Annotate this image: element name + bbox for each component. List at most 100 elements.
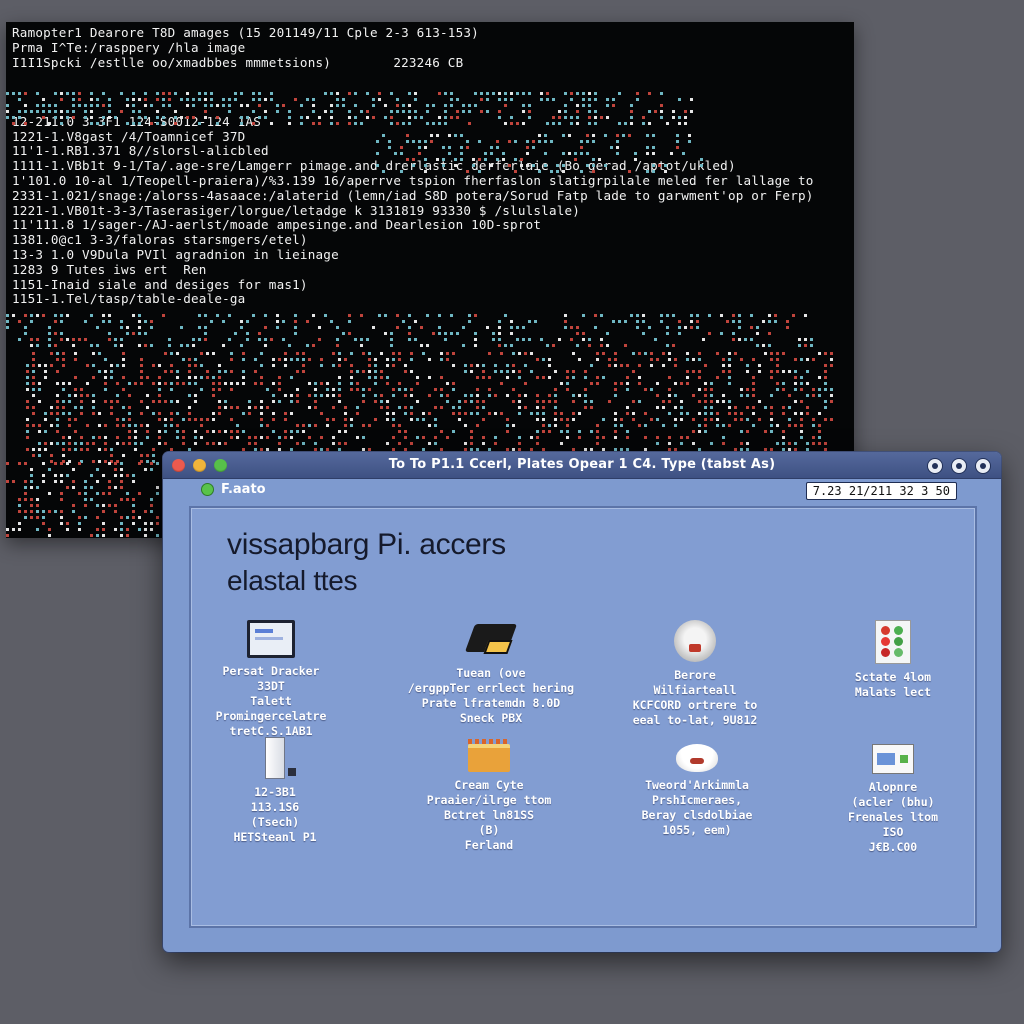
terminal-dot — [408, 332, 411, 335]
terminal-line: 1221-1.V8gast /4/Toamnicef 37D — [12, 128, 246, 144]
terminal-dot — [722, 364, 725, 367]
terminal-dot — [72, 510, 75, 513]
terminal-dot — [776, 382, 779, 385]
terminal-dot — [454, 158, 457, 161]
terminal-dot — [92, 412, 95, 415]
window-control-icon-3[interactable] — [975, 458, 991, 474]
terminal-dot — [302, 364, 305, 367]
app-window[interactable]: To To P1.1 Ccerl, Plates Opear 1 C4. Typ… — [163, 452, 1001, 952]
terminal-dot — [626, 406, 629, 409]
terminal-dot — [128, 436, 131, 439]
terminal-dot — [428, 424, 431, 427]
terminal-dot — [98, 448, 101, 451]
terminal-dot — [276, 320, 279, 323]
terminal-dot — [446, 358, 449, 361]
terminal-dot — [84, 504, 87, 507]
terminal-dot — [246, 320, 249, 323]
app-tile[interactable]: 12-3B1 113.1S6 (Tsech) HETSteanl P1 — [185, 737, 365, 845]
terminal-dot — [626, 430, 629, 433]
terminal-dot — [368, 364, 371, 367]
terminal-dot — [110, 412, 113, 415]
app-tile[interactable]: Tuean (ove/ergppTer errlect hering Prate … — [401, 620, 581, 726]
terminal-dot — [644, 424, 647, 427]
terminal-dot — [368, 424, 371, 427]
terminal-dot — [668, 394, 671, 397]
terminal-dot — [448, 134, 451, 137]
terminal-dot — [182, 436, 185, 439]
terminal-dot — [314, 448, 317, 451]
terminal-dot — [32, 376, 35, 379]
terminal-dot — [494, 442, 497, 445]
terminal-dot — [260, 418, 263, 421]
terminal-dot — [444, 92, 447, 95]
terminal-dot — [60, 338, 63, 341]
terminal-dot — [302, 424, 305, 427]
tile-label-line: 1055, eem) — [662, 823, 732, 837]
terminal-dot — [530, 352, 533, 355]
terminal-dot — [518, 394, 521, 397]
terminal-dot — [644, 412, 647, 415]
terminal-dot — [674, 382, 677, 385]
terminal-dot — [392, 358, 395, 361]
tower-icon — [265, 737, 296, 779]
app-tile[interactable]: Berore Wilfiarteall KCFCORD ortrere to eeal… — [605, 620, 785, 728]
terminal-dot — [204, 92, 207, 95]
terminal-dot — [642, 320, 645, 323]
terminal-dot — [302, 352, 305, 355]
terminal-dot — [432, 122, 435, 125]
app-tile[interactable]: Sctate 4lom Malats lect — [803, 620, 983, 700]
card-icon — [872, 744, 914, 774]
terminal-dot — [564, 104, 567, 107]
tile-label-line: (Tsech) — [250, 815, 300, 829]
terminal-dot — [812, 358, 815, 361]
terminal-dot — [258, 332, 261, 335]
app-tile[interactable]: Alopnre (acler (bhu) Frenales ltom ISO J€B.C… — [803, 744, 983, 855]
terminal-dot — [428, 358, 431, 361]
terminal-dot — [752, 382, 755, 385]
terminal-line: 1151-1.Tel/tasp/table-deale-ga — [12, 291, 246, 307]
window-control-icon-1[interactable] — [927, 458, 943, 474]
terminal-dot — [606, 116, 609, 119]
terminal-dot — [710, 400, 713, 403]
terminal-dot — [824, 382, 827, 385]
terminal-dot — [338, 388, 341, 391]
window-control-icon-2[interactable] — [951, 458, 967, 474]
terminal-dot — [62, 388, 65, 391]
terminal-dot — [222, 104, 225, 107]
terminal-dot — [612, 320, 615, 323]
terminal-dot — [80, 400, 83, 403]
tile-label-line: 113.1S6 — [250, 800, 300, 814]
terminal-dot — [350, 424, 353, 427]
terminal-dot — [78, 522, 81, 525]
app-tile[interactable]: Tweord'Arkimmla PrshIcmeraes, Beray clsdol… — [607, 744, 787, 838]
terminal-dot — [510, 92, 513, 95]
terminal-dot — [646, 170, 649, 173]
terminal-dot — [614, 358, 617, 361]
terminal-dot — [716, 412, 719, 415]
terminal-dot — [284, 436, 287, 439]
app-tile[interactable]: Cream Cyte Praaier/ilrge ttom Bctret ln81S… — [399, 739, 579, 853]
terminal-dot — [728, 424, 731, 427]
terminal-dot — [582, 92, 585, 95]
terminal-dot — [470, 448, 473, 451]
terminal-dot — [132, 474, 135, 477]
terminal-dot — [98, 460, 101, 463]
terminal-dot — [180, 98, 183, 101]
terminal-dot — [390, 338, 393, 341]
terminal-dot — [604, 164, 607, 167]
terminal-dot — [564, 116, 567, 119]
terminal-dot — [810, 338, 813, 341]
terminal-dot — [62, 358, 65, 361]
terminal-dot — [38, 382, 41, 385]
title-bar[interactable]: To To P1.1 Ccerl, Plates Opear 1 C4. Typ… — [163, 452, 1001, 479]
terminal-dot — [424, 158, 427, 161]
terminal-dot — [690, 98, 693, 101]
terminal-dot — [732, 320, 735, 323]
terminal-dot — [236, 436, 239, 439]
terminal-dot — [450, 104, 453, 107]
app-tile[interactable]: Persat Dracker 33DT Talett Promingercelatre… — [181, 620, 361, 739]
terminal-dot — [478, 170, 481, 173]
terminal-dot — [800, 388, 803, 391]
terminal-dot — [6, 534, 9, 537]
terminal-dot — [642, 116, 645, 119]
